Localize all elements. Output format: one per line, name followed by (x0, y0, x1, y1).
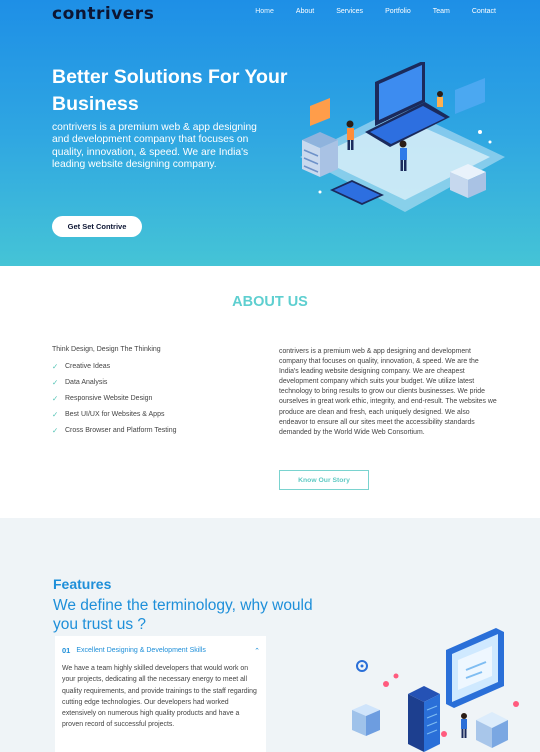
chevron-up-icon[interactable]: ⌃ (254, 647, 260, 655)
check-icon: ✓ (52, 426, 59, 436)
check-icon: ✓ (52, 393, 59, 403)
list-item-label: Creative Ideas (65, 362, 111, 370)
hero-description: contrivers is a premium web & app design… (52, 122, 257, 171)
nav-item-portfolio[interactable]: Portfolio (385, 8, 411, 15)
hero-title: Better Solutions For Your Business (52, 66, 288, 115)
nav-item-team[interactable]: Team (433, 8, 450, 15)
get-set-contrive-button[interactable]: Get Set Contrive (52, 216, 142, 237)
check-icon: ✓ (52, 377, 59, 387)
list-item: ✓ Best UI/UX for Websites & Apps (52, 407, 252, 423)
features-label: Features (53, 576, 112, 592)
hero-section: contrivers Home About Services Portfolio… (0, 0, 540, 266)
accordion-title: Excellent Designing & Development Skills (76, 647, 206, 654)
list-item-label: Cross Browser and Platform Testing (65, 427, 177, 435)
about-list: ✓ Creative Ideas ✓ Data Analysis ✓ Respo… (52, 358, 252, 439)
accordion-item: 01 Excellent Designing & Development Ski… (55, 636, 266, 752)
list-item: ✓ Creative Ideas (52, 358, 252, 374)
features-section: Features We define the terminology, why … (0, 518, 540, 752)
isometric-tech-illustration (300, 62, 505, 212)
list-item: ✓ Data Analysis (52, 374, 252, 390)
know-our-story-button[interactable]: Know Our Story (279, 470, 369, 490)
brand-logo[interactable]: contrivers (52, 4, 154, 24)
nav-item-home[interactable]: Home (255, 8, 274, 15)
main-nav: Home About Services Portfolio Team Conta… (233, 8, 496, 15)
nav-item-about[interactable]: About (296, 8, 314, 15)
accordion-number: 01 (62, 646, 71, 655)
accordion-body: We have a team highly skilled developers… (62, 665, 257, 729)
list-item-label: Best UI/UX for Websites & Apps (65, 411, 165, 419)
about-paragraph: contrivers is a premium web & app design… (279, 348, 497, 436)
about-tagline: Think Design, Design The Thinking (52, 346, 161, 353)
list-item: ✓ Cross Browser and Platform Testing (52, 423, 252, 439)
accordion-header[interactable]: 01 Excellent Designing & Development Ski… (62, 646, 260, 655)
check-icon: ✓ (52, 410, 59, 420)
list-item-label: Data Analysis (65, 378, 108, 386)
nav-item-contact[interactable]: Contact (472, 8, 496, 15)
isometric-city-illustration (352, 628, 519, 752)
about-features-list: Think Design, Design The Thinking ✓ Crea… (52, 346, 252, 439)
nav-item-services[interactable]: Services (336, 8, 363, 15)
about-section-title: ABOUT US (232, 294, 308, 310)
features-heading: We define the terminology, why would you… (53, 597, 313, 633)
list-item-label: Responsive Website Design (65, 394, 153, 402)
list-item: ✓ Responsive Website Design (52, 390, 252, 406)
check-icon: ✓ (52, 361, 59, 371)
